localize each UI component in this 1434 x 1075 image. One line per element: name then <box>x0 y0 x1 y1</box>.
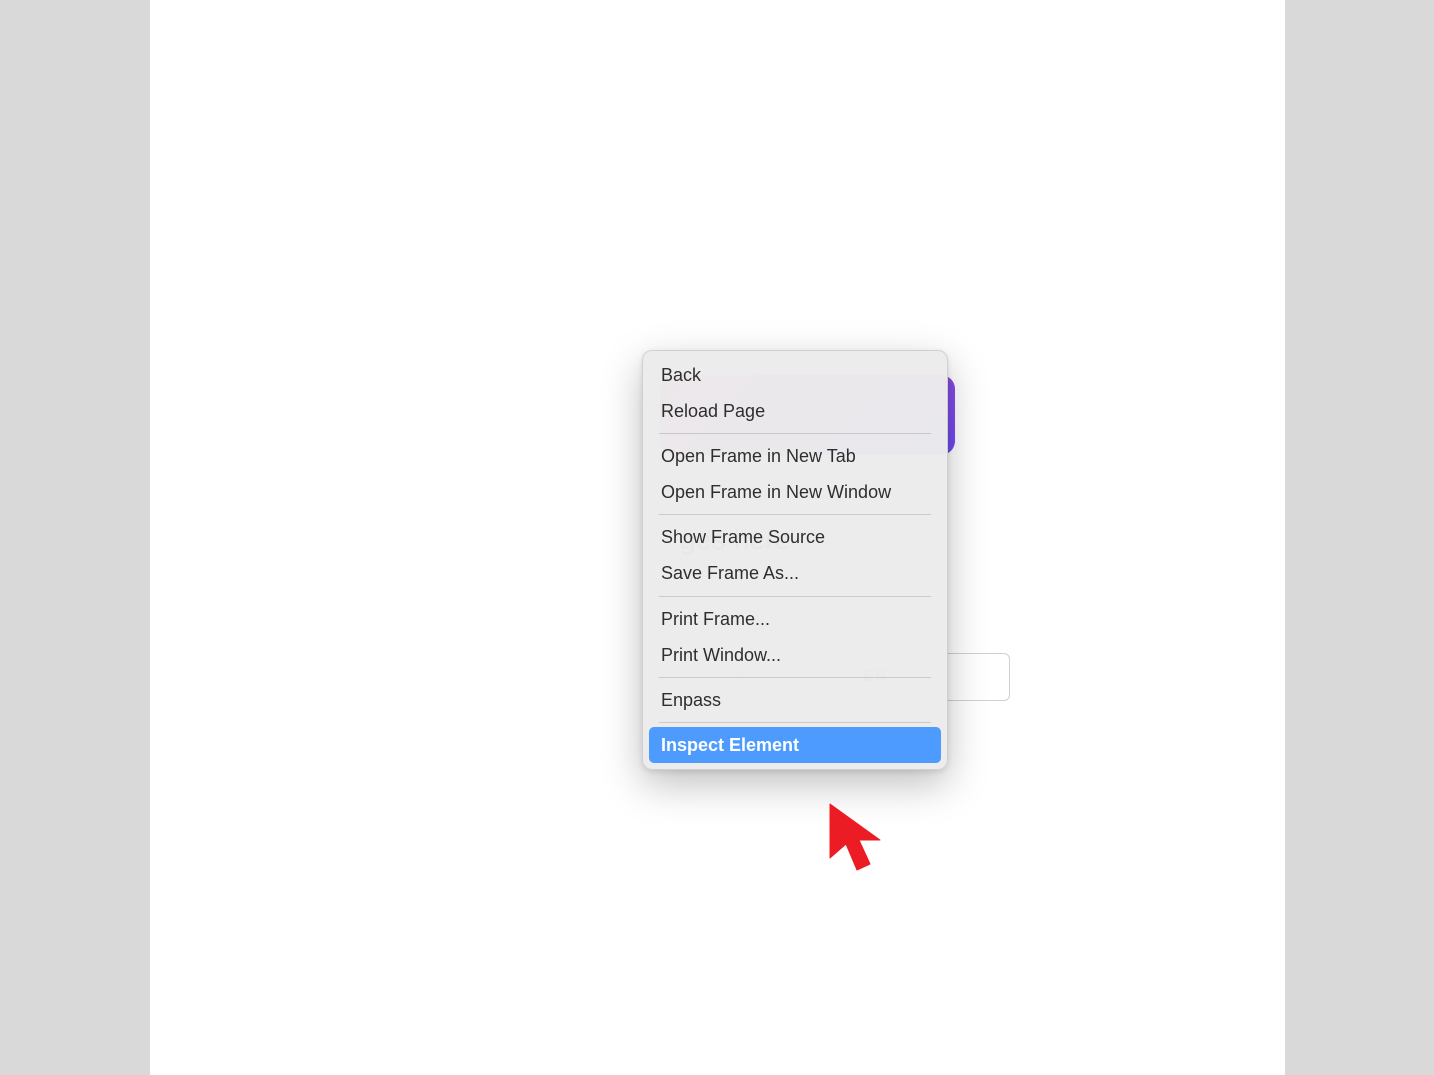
menu-item-show-frame-source[interactable]: Show Frame Source <box>649 519 941 555</box>
menu-item-print-window[interactable]: Print Window... <box>649 637 941 673</box>
menu-item-open-frame-new-tab[interactable]: Open Frame in New Tab <box>649 438 941 474</box>
annotation-cursor-arrow-icon <box>824 800 894 880</box>
menu-item-back[interactable]: Back <box>649 357 941 393</box>
menu-separator <box>659 596 931 597</box>
menu-item-open-frame-new-window[interactable]: Open Frame in New Window <box>649 474 941 510</box>
menu-separator <box>659 514 931 515</box>
menu-separator <box>659 722 931 723</box>
context-menu[interactable]: BackReload Page Open Frame in New TabOpen… <box>642 350 948 770</box>
menu-item-inspect-element[interactable]: Inspect Element <box>649 727 941 763</box>
menu-item-print-frame[interactable]: Print Frame... <box>649 601 941 637</box>
menu-item-enpass[interactable]: Enpass <box>649 682 941 718</box>
menu-separator <box>659 677 931 678</box>
menu-item-save-frame-as[interactable]: Save Frame As... <box>649 555 941 591</box>
page-frame: ges here ES BackReload PageOpen Frame in… <box>150 0 1285 1075</box>
menu-item-reload-page[interactable]: Reload Page <box>649 393 941 429</box>
menu-separator <box>659 433 931 434</box>
